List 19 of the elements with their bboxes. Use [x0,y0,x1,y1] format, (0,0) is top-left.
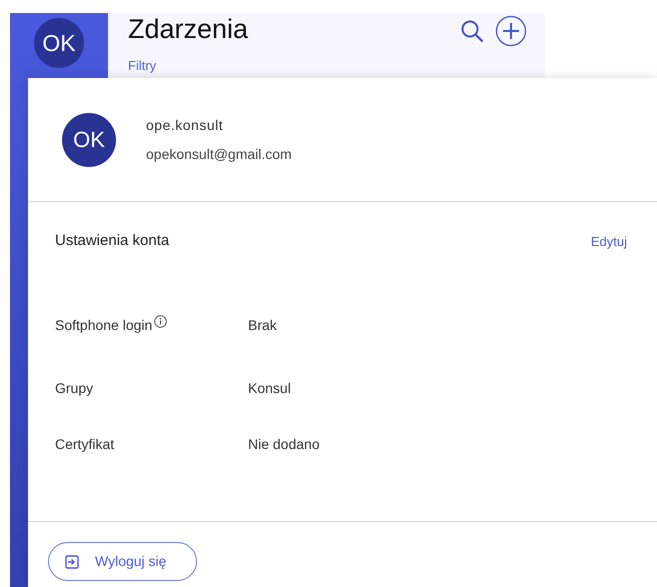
email-text: opekonsult@gmail.com [146,144,292,164]
field-value: Brak [248,316,277,334]
add-icon[interactable] [495,15,527,47]
username: ope.konsult [146,116,224,135]
search-icon[interactable] [459,18,485,44]
section-title: Ustawienia konta [55,231,170,251]
field-value: Nie dodano [248,434,320,454]
field-label: Softphone login [55,316,152,332]
field-label: Certyfikat [55,436,114,452]
page-title: Zdarzenia [128,15,248,45]
filters-link[interactable]: Filtry [128,56,156,76]
info-icon[interactable] [154,314,168,328]
edit-link[interactable]: Edytuj [590,232,627,251]
logout-icon [65,554,79,568]
logout-button[interactable]: Wyloguj się [48,542,198,581]
field-value: Konsul [248,378,291,398]
user-avatar[interactable]: OK [34,18,84,68]
field-label: Grupy [55,380,94,396]
user-avatar: OK [62,112,116,166]
